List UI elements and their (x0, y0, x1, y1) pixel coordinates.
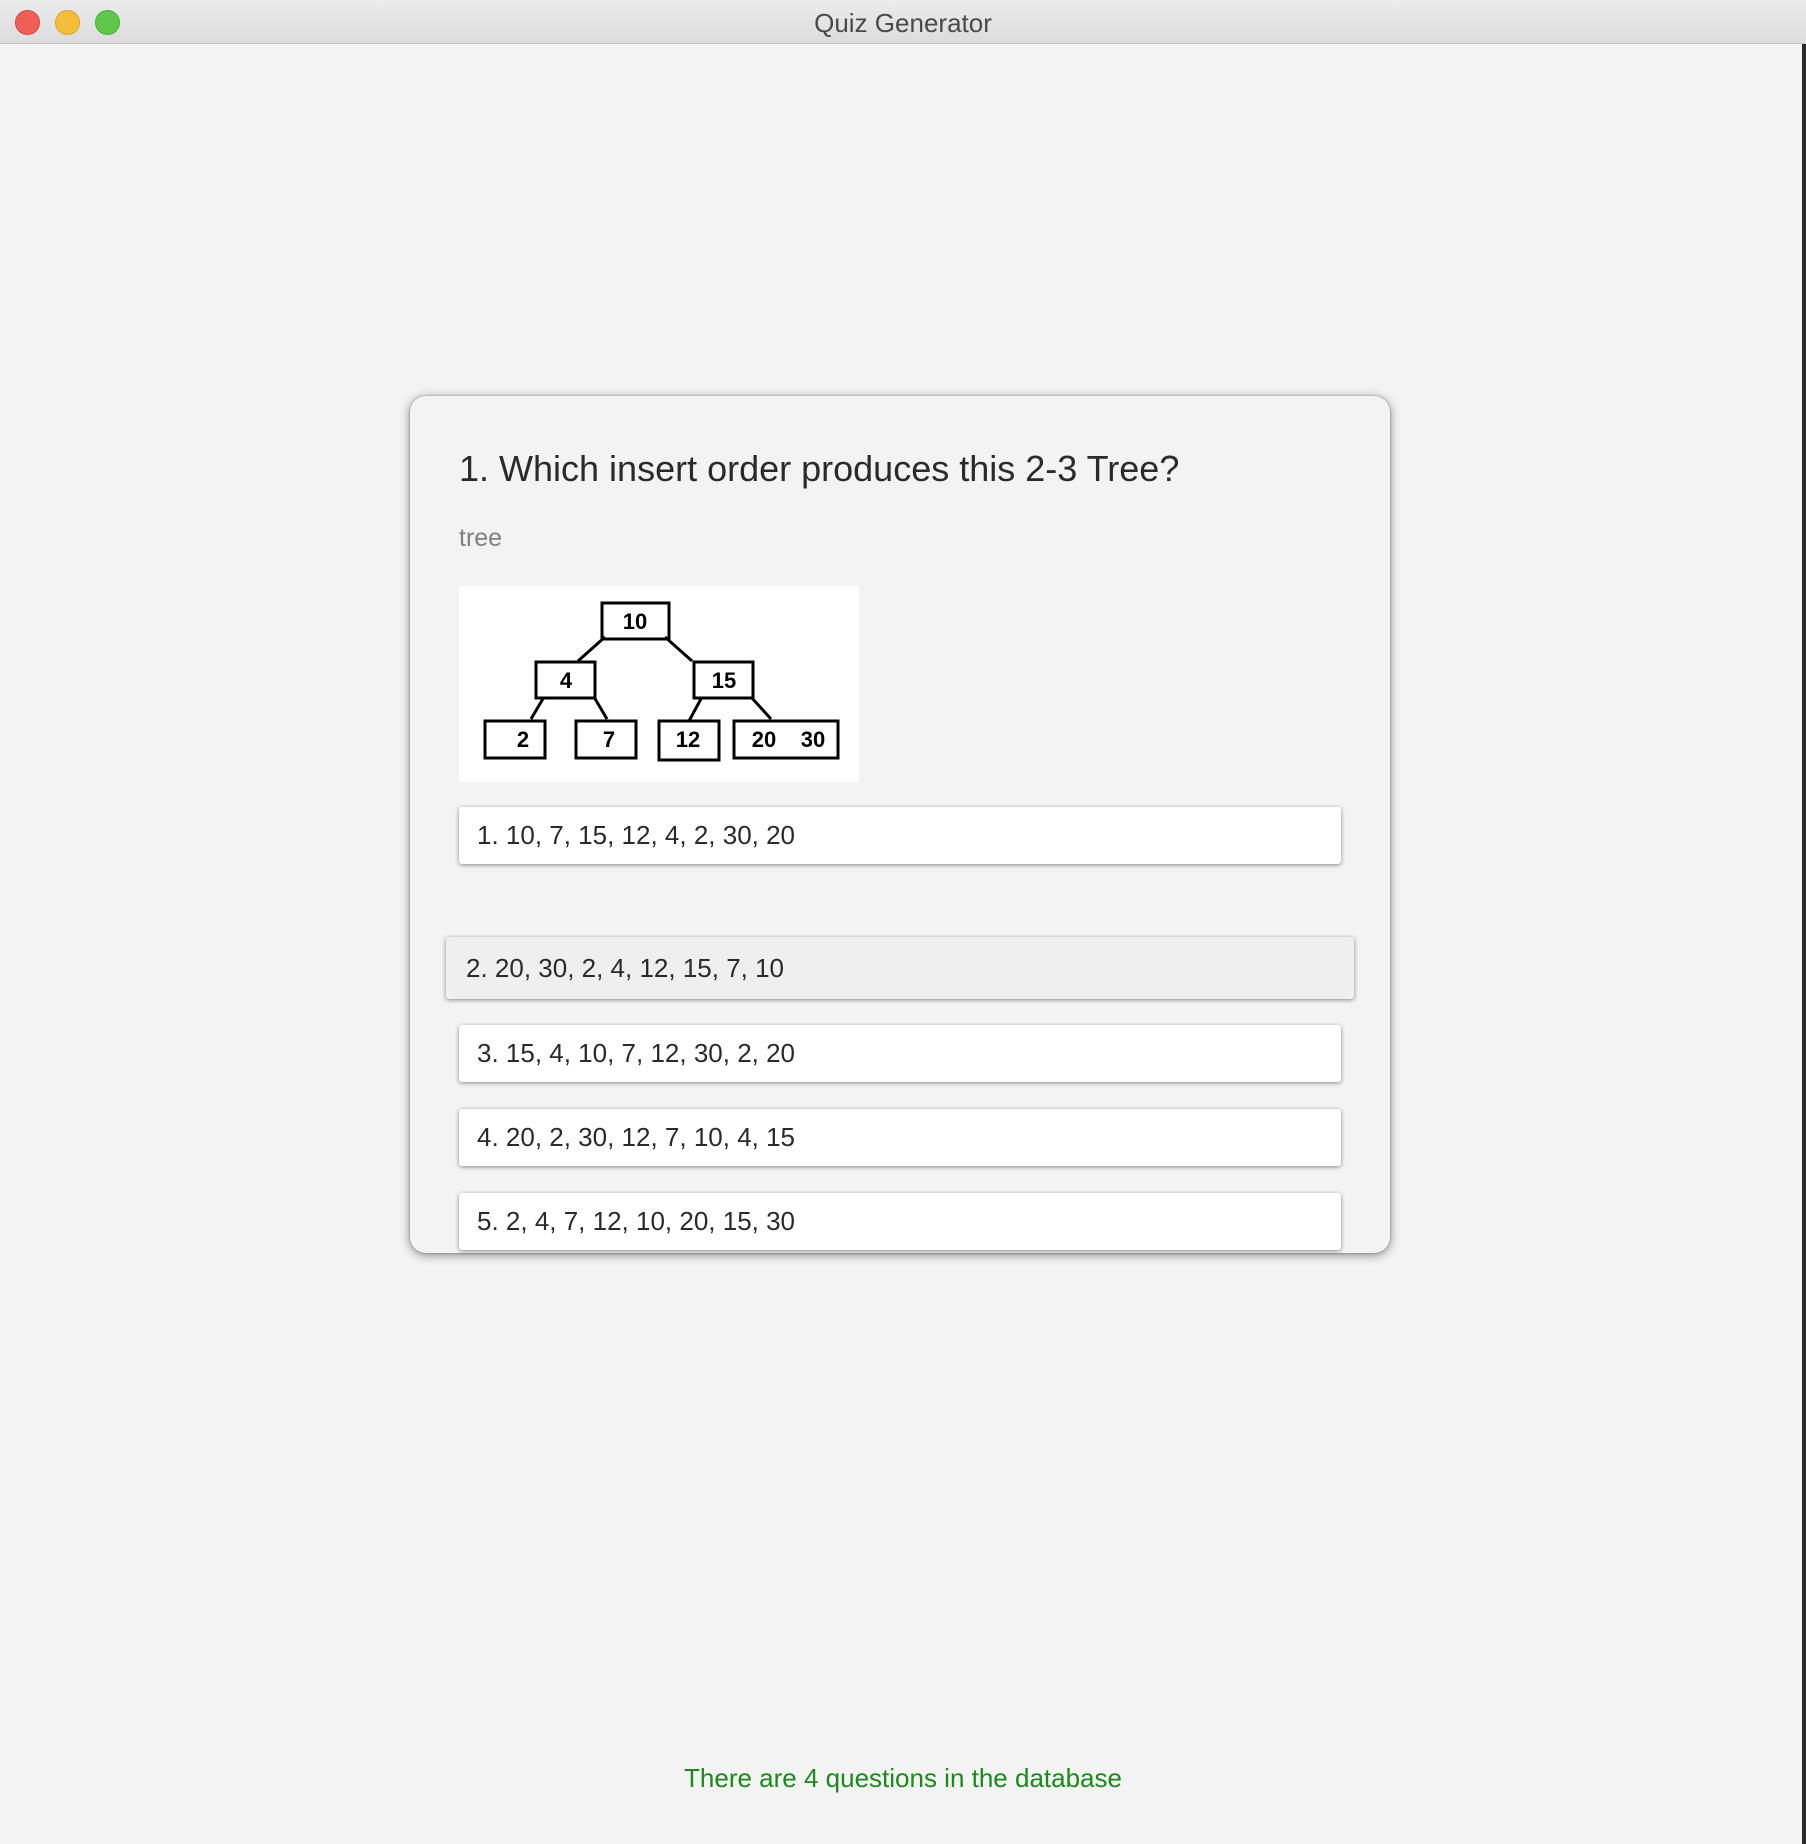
tree-node-label: 30 (801, 727, 825, 752)
main-content: 1. Which insert order produces this 2-3 … (0, 44, 1806, 1844)
tree-edge (749, 695, 773, 721)
tree-edge (664, 635, 693, 663)
tree-node-label: 12 (676, 727, 700, 752)
question-title: 1. Which insert order produces this 2-3 … (459, 448, 1180, 489)
answer-option-1[interactable]: 1. 10, 7, 15, 12, 4, 2, 30, 20 (459, 807, 1341, 864)
tree-edge (577, 635, 606, 663)
app-window: Quiz Generator 1. Which insert order pro… (0, 0, 1806, 1844)
status-message: There are 4 questions in the database (684, 1763, 1122, 1793)
tree-diagram: 10 4 15 2 7 12 20 30 (483, 601, 840, 762)
tree-node-label: 2 (517, 727, 529, 752)
tree-node-label: 15 (712, 668, 736, 693)
tree-edge (687, 696, 704, 722)
window-title: Quiz Generator (814, 8, 992, 38)
answer-option-4[interactable]: 4. 20, 2, 30, 12, 7, 10, 4, 15 (459, 1109, 1341, 1166)
tree-edge (592, 696, 609, 720)
title-bar[interactable]: Quiz Generator (0, 0, 1806, 44)
answer-option-3[interactable]: 3. 15, 4, 10, 7, 12, 30, 2, 20 (459, 1025, 1341, 1082)
tree-edge (529, 696, 546, 720)
tree-node-label: 7 (603, 727, 615, 752)
tree-node-label: 10 (623, 609, 647, 634)
window-edge (1802, 44, 1806, 1844)
tree-node-label: 20 (752, 727, 776, 752)
tree-diagram-image: 10 4 15 2 7 12 20 30 (459, 586, 859, 782)
tree-node-box (483, 719, 547, 760)
answer-option-2[interactable]: 2. 20, 30, 2, 4, 12, 15, 7, 10 (446, 937, 1354, 999)
tree-node-label: 4 (560, 668, 573, 693)
question-card: 1. Which insert order produces this 2-3 … (410, 396, 1390, 1253)
answer-option-5[interactable]: 5. 2, 4, 7, 12, 10, 20, 15, 30 (459, 1193, 1341, 1250)
question-topic: tree (459, 524, 503, 552)
